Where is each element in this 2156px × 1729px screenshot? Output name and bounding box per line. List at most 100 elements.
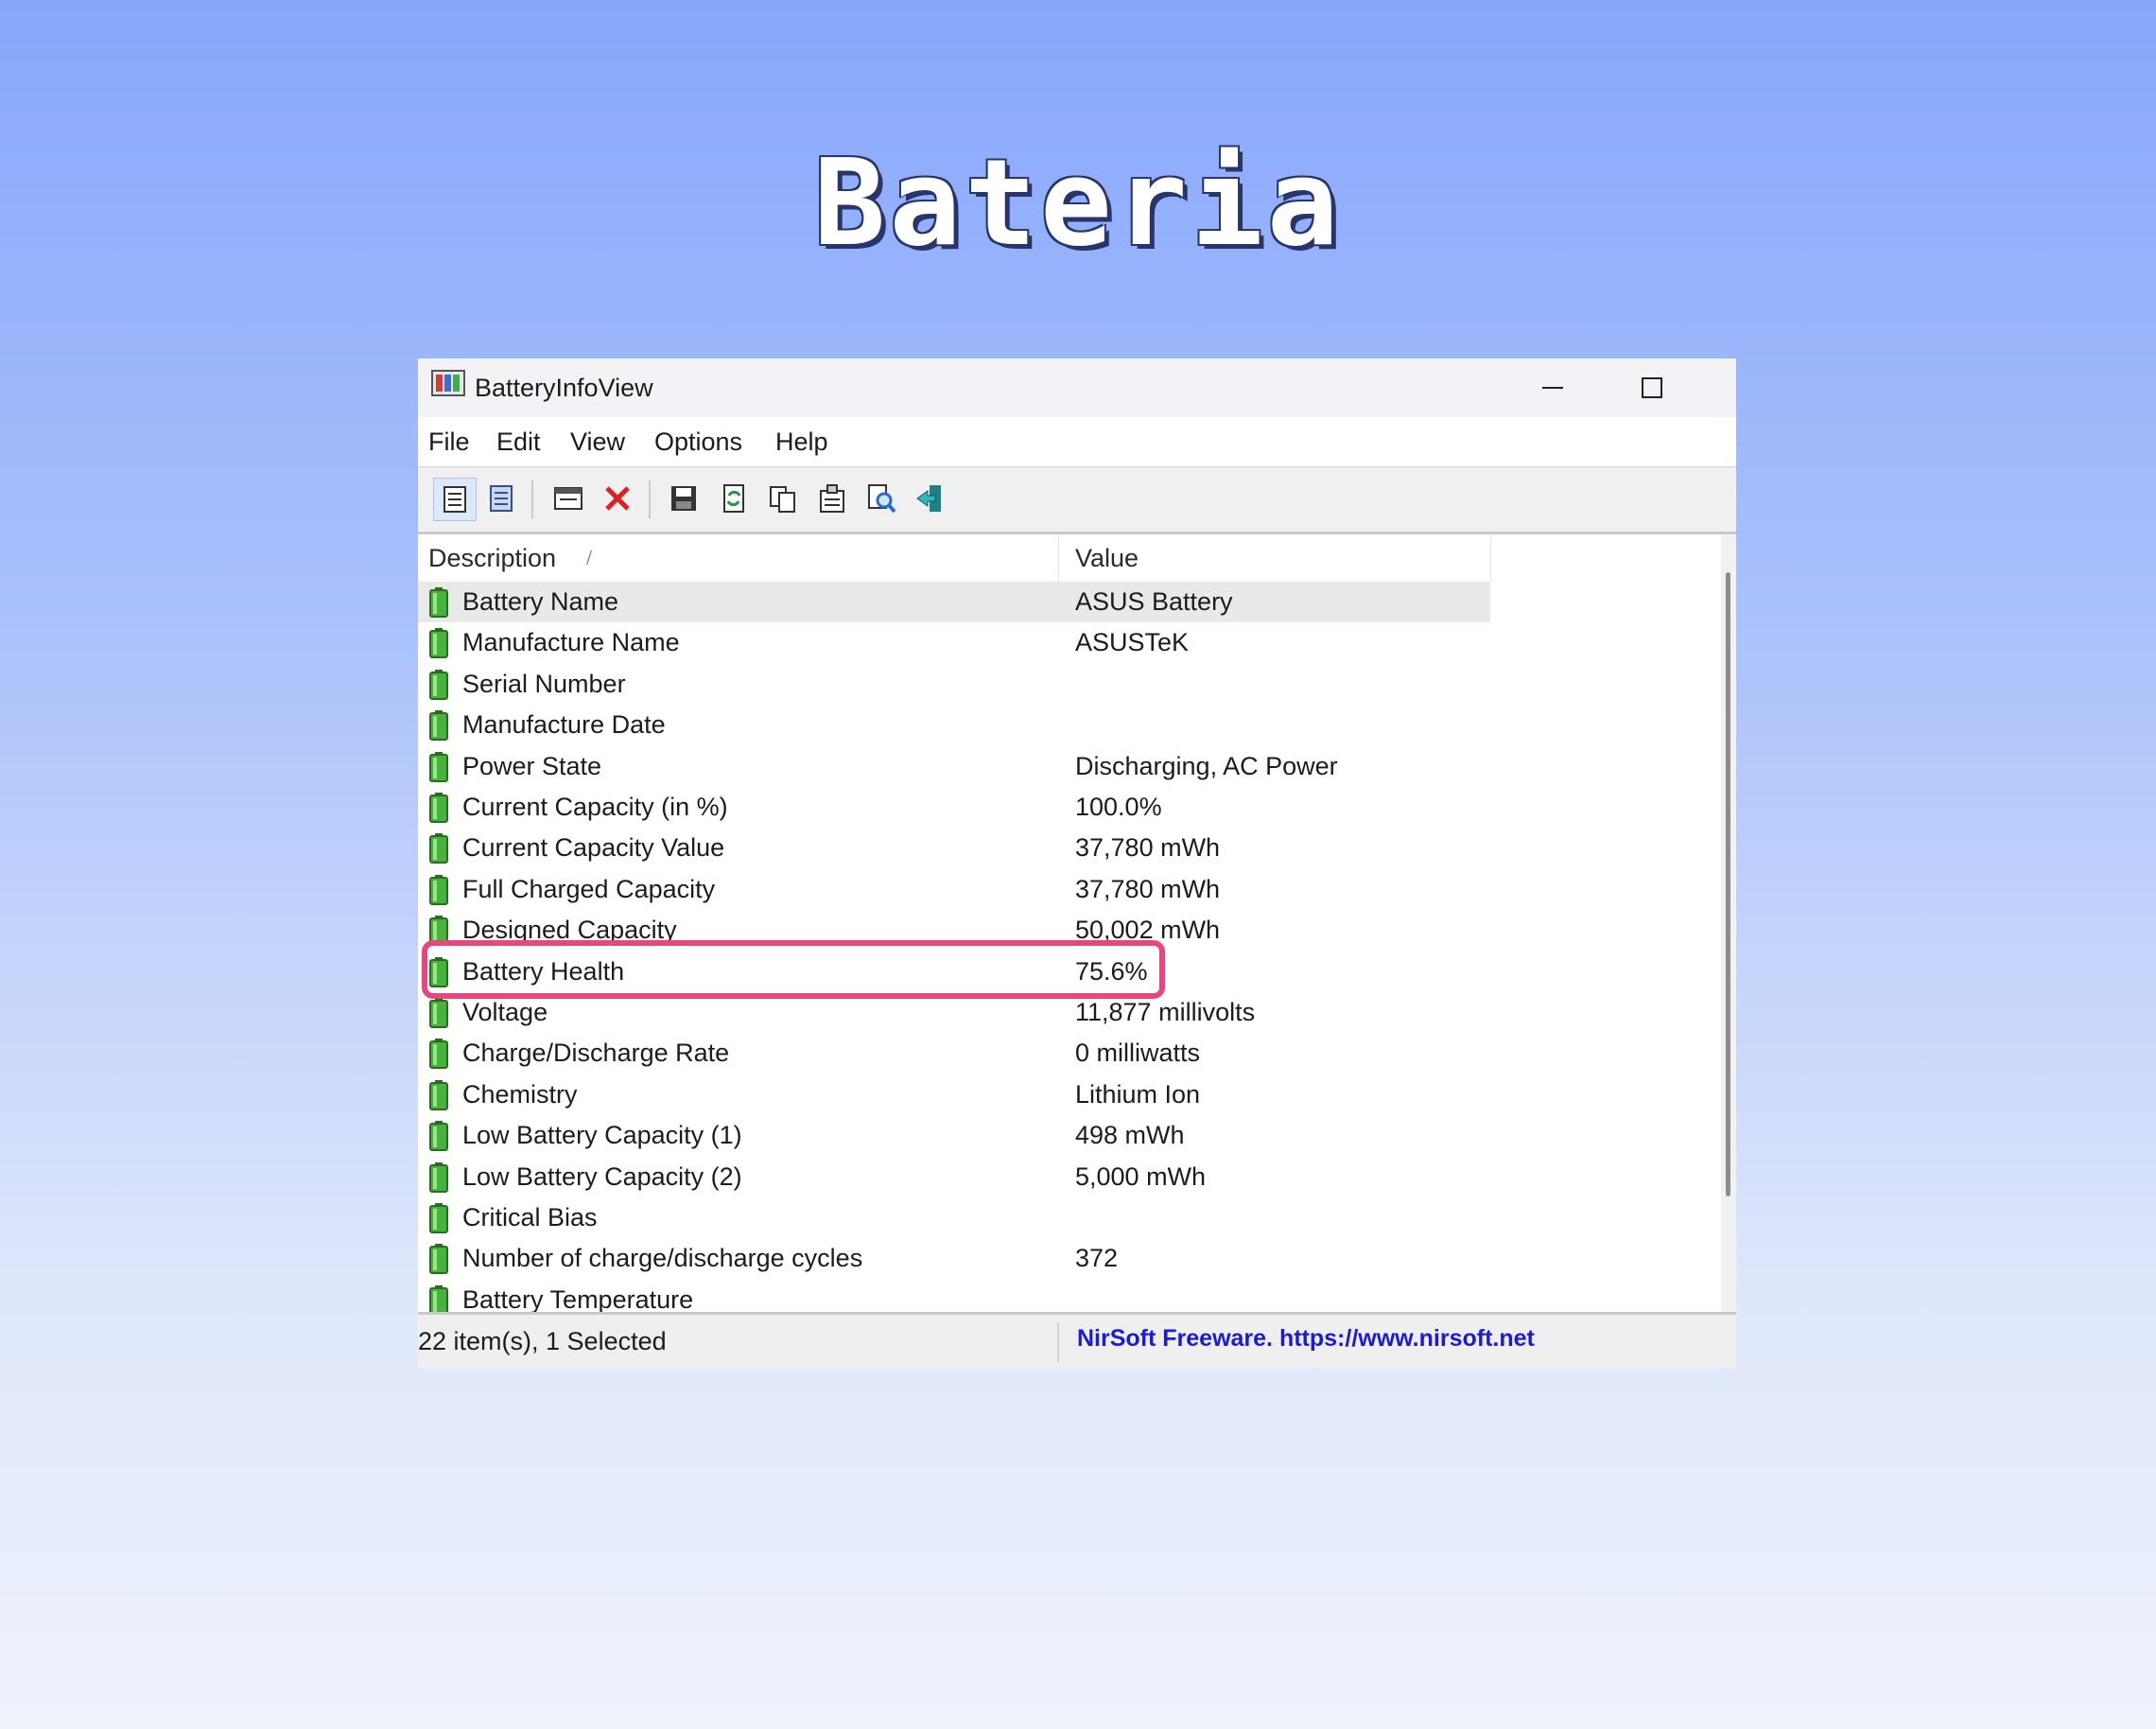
table-row[interactable]: Full Charged Capacity 37,780 mWh <box>418 869 1490 910</box>
column-header-description[interactable]: Description <box>428 534 556 582</box>
refresh-button[interactable] <box>713 478 756 521</box>
row-value: 37,780 mWh <box>1075 833 1221 863</box>
row-value: 100.0% <box>1075 793 1162 821</box>
battery-info-window: BatteryInfoView File Edit View Options H… <box>418 358 1736 1369</box>
battery-icon <box>429 1203 448 1233</box>
battery-icon <box>429 833 448 864</box>
row-description: Number of charge/discharge cycles <box>462 1244 863 1273</box>
battery-icon <box>429 628 448 659</box>
scrollbar-thumb[interactable] <box>1726 572 1730 1196</box>
find-icon <box>868 484 896 514</box>
table-row[interactable]: Current Capacity Value 37,780 mWh <box>418 828 1490 868</box>
battery-icon <box>429 874 448 905</box>
nirsoft-link[interactable]: NirSoft Freeware. https://www.nirsoft.ne… <box>1077 1315 1535 1362</box>
row-description: Critical Bias <box>462 1203 598 1231</box>
title-bar[interactable]: BatteryInfoView <box>418 358 1736 417</box>
close-button[interactable] <box>1704 358 1736 417</box>
row-value: ASUS Battery <box>1075 587 1233 616</box>
minimize-icon <box>1542 387 1563 389</box>
vertical-scrollbar[interactable] <box>1721 534 1736 1312</box>
row-value: 5,000 mWh <box>1075 1161 1207 1191</box>
table-row[interactable]: Battery Name ASUS Battery <box>418 582 1490 622</box>
app-icon <box>431 369 465 397</box>
exit-button[interactable] <box>910 478 953 521</box>
row-value: 498 mWh <box>1075 1121 1185 1150</box>
table-row[interactable]: Chemistry Lithium Ion <box>418 1074 1490 1115</box>
menu-view[interactable]: View <box>570 417 625 466</box>
exit-icon <box>916 485 941 512</box>
table-row[interactable]: Manufacture Name ASUSTeK <box>418 622 1490 663</box>
battery-icon <box>429 710 448 742</box>
row-description: Power State <box>462 751 602 780</box>
details-view-button[interactable] <box>480 478 524 521</box>
battery-icon <box>429 793 448 823</box>
status-bar: 22 item(s), 1 Selected NirSoft Freeware.… <box>418 1312 1736 1369</box>
table-row[interactable]: Power State Discharging, AC Power <box>418 746 1490 787</box>
properties-icon <box>820 484 844 513</box>
status-item-count: 22 item(s), 1 Selected <box>418 1327 667 1355</box>
table-row[interactable]: Current Capacity (in %) 100.0% <box>418 787 1490 828</box>
minimize-button[interactable] <box>1505 358 1600 417</box>
menu-edit[interactable]: Edit <box>496 417 541 466</box>
properties-view-button[interactable] <box>433 478 477 521</box>
row-value: 37,780 mWh <box>1075 874 1221 903</box>
menu-options[interactable]: Options <box>654 417 742 466</box>
copy-button[interactable] <box>762 478 806 521</box>
properties-view-icon <box>443 486 466 513</box>
row-description: Serial Number <box>462 669 626 698</box>
table-row[interactable]: Low Battery Capacity (1) 498 mWh <box>418 1115 1490 1156</box>
battery-icon <box>429 1284 448 1312</box>
row-description: Manufacture Date <box>462 710 666 740</box>
column-header-value[interactable]: Value <box>1075 534 1139 582</box>
save-button[interactable] <box>663 478 706 521</box>
row-value: Lithium Ion <box>1075 1079 1201 1109</box>
column-divider[interactable] <box>1058 534 1059 582</box>
window-button[interactable] <box>548 478 591 521</box>
row-description: Full Charged Capacity <box>462 874 716 903</box>
row-description: Battery Temperature <box>462 1284 694 1312</box>
status-separator <box>1057 1322 1059 1362</box>
properties-button[interactable] <box>811 478 855 521</box>
window-icon <box>554 487 582 510</box>
row-description: Manufacture Name <box>462 628 680 657</box>
row-description: Low Battery Capacity (1) <box>462 1121 742 1150</box>
battery-icon <box>429 1121 448 1152</box>
save-icon <box>671 486 696 511</box>
toolbar-separator <box>649 480 651 518</box>
row-value: Discharging, AC Power <box>1075 751 1338 780</box>
delete-button[interactable] <box>597 478 640 521</box>
row-description: Low Battery Capacity (2) <box>462 1161 742 1191</box>
toolbar-separator <box>531 480 533 518</box>
row-value: 0 milliwatts <box>1075 1039 1201 1068</box>
table-row[interactable]: Serial Number <box>418 664 1490 705</box>
battery-info-list[interactable]: Description / Value Battery Name ASUS Bat… <box>418 534 1736 1312</box>
row-description: Chemistry <box>462 1079 578 1109</box>
battery-icon <box>429 1079 448 1110</box>
table-row[interactable]: Battery Temperature <box>418 1280 1490 1312</box>
find-button[interactable] <box>861 478 904 521</box>
row-value: 372 <box>1075 1244 1119 1273</box>
column-divider[interactable] <box>1490 534 1491 582</box>
row-description: Charge/Discharge Rate <box>462 1039 730 1068</box>
table-row[interactable]: Number of charge/discharge cycles 372 <box>418 1238 1490 1279</box>
battery-icon <box>429 998 448 1028</box>
toolbar <box>418 467 1736 534</box>
refresh-icon <box>723 484 744 513</box>
menu-help[interactable]: Help <box>775 417 828 466</box>
window-title: BatteryInfoView <box>475 374 653 402</box>
battery-health-highlight <box>422 940 1165 999</box>
maximize-button[interactable] <box>1605 358 1699 417</box>
page-title: Bateria <box>813 133 1343 272</box>
battery-icon <box>429 751 448 782</box>
row-value: ASUSTeK <box>1075 628 1190 657</box>
menu-file[interactable]: File <box>428 417 470 466</box>
table-row[interactable]: Low Battery Capacity (2) 5,000 mWh <box>418 1157 1490 1197</box>
table-row[interactable]: Manufacture Date <box>418 705 1490 745</box>
table-row[interactable]: Critical Bias <box>418 1197 1490 1238</box>
details-view-icon <box>490 485 513 512</box>
sort-arrow-icon: / <box>586 548 593 568</box>
row-description: Current Capacity (in %) <box>462 793 728 821</box>
table-row[interactable]: Charge/Discharge Rate 0 milliwatts <box>418 1033 1490 1074</box>
copy-icon <box>770 486 795 513</box>
row-description: Current Capacity Value <box>462 833 725 863</box>
